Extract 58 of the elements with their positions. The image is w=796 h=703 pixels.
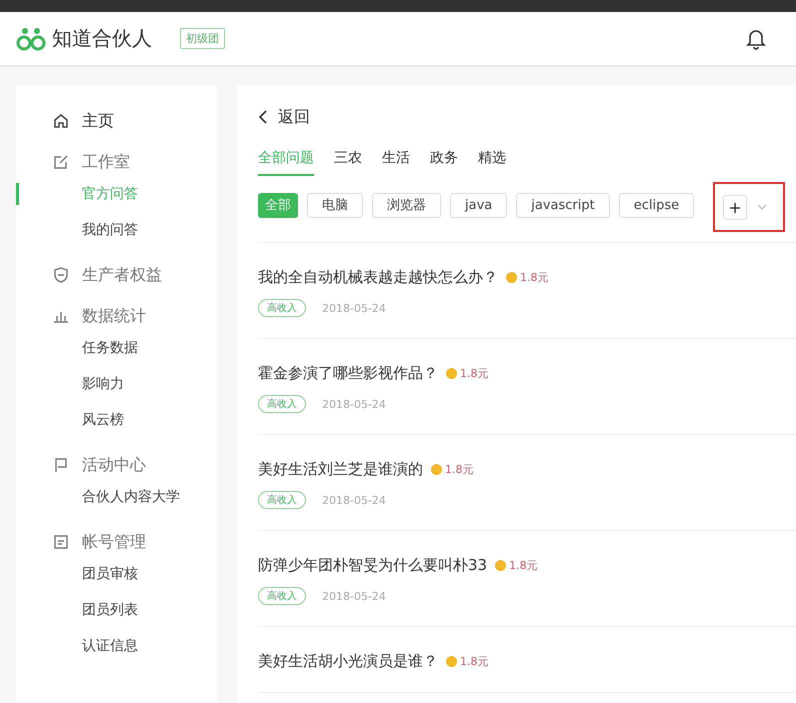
category-tab[interactable]: 政务 (430, 143, 458, 176)
reward-amount: 1.8元 (445, 462, 474, 477)
sidebar-subitem[interactable]: 团员审核 (16, 556, 217, 592)
sidebar-item[interactable]: 主页 (16, 107, 217, 135)
question-title[interactable]: 我的全自动机械表越走越快怎么办？ (258, 268, 498, 287)
question-date: 2018-05-24 (322, 494, 386, 506)
category-tab[interactable]: 精选 (478, 143, 506, 176)
level-badge: 初级团 (180, 28, 225, 49)
income-tag: 高收入 (258, 299, 306, 317)
reward-amount: 1.8元 (509, 558, 538, 573)
sidebar-subitem[interactable]: 风云榜 (16, 402, 217, 438)
filter-chip[interactable]: javascript (516, 192, 610, 218)
sidebar-item[interactable]: 数据统计 (16, 302, 217, 330)
list-icon (52, 533, 70, 551)
chevron-left-icon (258, 109, 268, 125)
sidebar-item[interactable]: 生产者权益 (16, 261, 217, 289)
income-tag: 高收入 (258, 395, 306, 413)
sidebar-item[interactable]: 工作室 (16, 148, 217, 176)
sidebar-subitem[interactable]: 团员列表 (16, 592, 217, 628)
sidebar-subitem[interactable]: 我的问答 (16, 212, 217, 248)
home-icon (52, 112, 70, 130)
reward-amount: 1.8元 (520, 270, 548, 285)
add-button[interactable]: + (723, 194, 748, 220)
sidebar-subitem[interactable]: 合伙人内容大学 (16, 479, 217, 515)
sidebar-subitem[interactable]: 影响力 (16, 366, 217, 402)
question-date: 2018-05-24 (322, 590, 386, 602)
income-tag: 高收入 (258, 587, 306, 605)
bell-icon[interactable] (746, 28, 766, 50)
question-title[interactable]: 防弹少年团朴智旻为什么要叫朴33 (258, 556, 488, 575)
coin-icon (506, 272, 517, 283)
sidebar-subitem[interactable]: 任务数据 (16, 330, 217, 366)
reward-amount: 1.8元 (460, 366, 488, 381)
question-title[interactable]: 霍金参演了哪些影视作品？ (258, 364, 438, 383)
coin-icon (431, 464, 442, 475)
logo-icon (16, 26, 46, 50)
question-date: 2018-05-24 (322, 398, 386, 410)
sidebar-item[interactable]: 活动中心 (16, 451, 217, 479)
category-tab[interactable]: 生活 (382, 143, 410, 176)
category-tab[interactable]: 三农 (334, 143, 362, 176)
filter-chip[interactable]: 浏览器 (372, 192, 441, 218)
logo-text: 知道合伙人 (52, 25, 152, 52)
coin-icon (446, 368, 457, 379)
sidebar-item[interactable]: 帐号管理 (16, 528, 217, 556)
question-date: 2018-05-24 (322, 302, 386, 314)
reward-amount: 1.8元 (460, 654, 488, 669)
question-title[interactable]: 美好生活刘兰芝是谁演的 (258, 460, 423, 479)
coin-icon (495, 560, 506, 571)
shield-icon (52, 266, 70, 284)
question-title[interactable]: 美好生活胡小光演员是谁？ (258, 652, 438, 671)
edit-icon (52, 153, 70, 171)
selection-bar (16, 183, 19, 205)
sidebar-subitem[interactable]: 认证信息 (16, 628, 217, 664)
income-tag: 高收入 (258, 491, 306, 509)
filter-chip[interactable]: 电脑 (307, 192, 363, 218)
back-link[interactable]: 返回 (258, 103, 310, 131)
filter-chip[interactable]: eclipse (618, 192, 694, 218)
filter-chip[interactable]: java (450, 192, 508, 218)
coin-icon (446, 656, 457, 667)
